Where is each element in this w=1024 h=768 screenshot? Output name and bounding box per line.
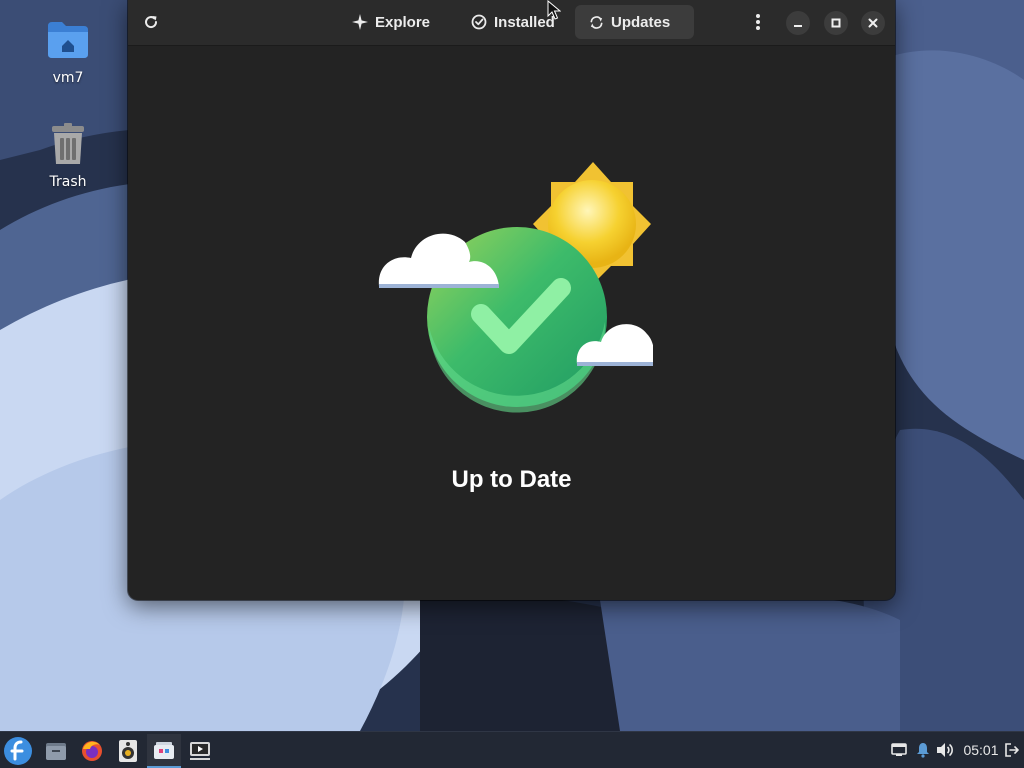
- refresh-icon: [145, 16, 158, 29]
- sparkle-icon: [352, 14, 368, 30]
- tab-label: Installed: [494, 13, 555, 31]
- media-player-icon: [190, 742, 210, 760]
- tray-notifications[interactable]: [914, 738, 932, 762]
- trash-icon: [44, 120, 92, 168]
- minimize-icon: [794, 25, 802, 27]
- minimize-button[interactable]: [786, 11, 810, 35]
- tray-network[interactable]: [889, 738, 909, 762]
- software-window: Explore Installed Updates Up to Date: [128, 0, 895, 600]
- desktop-icon-home[interactable]: vm7: [28, 16, 108, 86]
- main-menu-button[interactable]: [744, 8, 772, 36]
- rhythmbox-icon: [119, 740, 137, 762]
- desktop-icon-trash[interactable]: Trash: [28, 120, 108, 190]
- start-menu-button[interactable]: [1, 734, 35, 768]
- desktop-icon-label: Trash: [49, 174, 87, 190]
- fedora-start-icon: [4, 737, 32, 765]
- firefox-icon: [82, 741, 102, 761]
- tray-volume[interactable]: [935, 738, 955, 762]
- tab-label: Explore: [375, 13, 431, 31]
- kebab-menu-icon: [756, 14, 760, 30]
- refresh-button[interactable]: [136, 7, 166, 37]
- network-icon: [891, 743, 907, 756]
- maximize-button[interactable]: [824, 11, 848, 35]
- volume-icon: [937, 743, 953, 757]
- logout-icon: [1005, 743, 1019, 757]
- notification-bell-icon: [917, 743, 929, 758]
- tray-logout[interactable]: [1003, 738, 1021, 762]
- mouse-cursor-icon: [547, 0, 561, 20]
- home-folder-icon: [44, 16, 92, 64]
- sync-icon: [590, 15, 603, 29]
- headerbar: Explore Installed Updates: [128, 0, 895, 46]
- software-icon: [154, 742, 174, 759]
- taskbar-software[interactable]: [147, 734, 181, 768]
- maximize-icon: [831, 18, 841, 28]
- taskbar-firefox[interactable]: [75, 734, 109, 768]
- tray-clock[interactable]: 05:01: [960, 738, 1002, 762]
- tab-updates[interactable]: Updates: [575, 5, 694, 39]
- close-button[interactable]: [861, 11, 885, 35]
- status-title: Up to Date: [451, 466, 572, 493]
- taskbar: 05:01: [0, 731, 1024, 768]
- taskbar-files[interactable]: [39, 734, 73, 768]
- tab-explore[interactable]: Explore: [338, 5, 444, 39]
- tab-label: Updates: [611, 13, 671, 31]
- desktop-icon-label: vm7: [52, 70, 84, 86]
- files-icon: [46, 743, 66, 760]
- taskbar-rhythmbox[interactable]: [111, 734, 145, 768]
- check-circle-icon: [471, 14, 487, 30]
- updates-page: Up to Date: [128, 46, 895, 600]
- up-to-date-illustration: [378, 162, 653, 413]
- close-icon: [868, 18, 878, 28]
- taskbar-media-player[interactable]: [183, 734, 217, 768]
